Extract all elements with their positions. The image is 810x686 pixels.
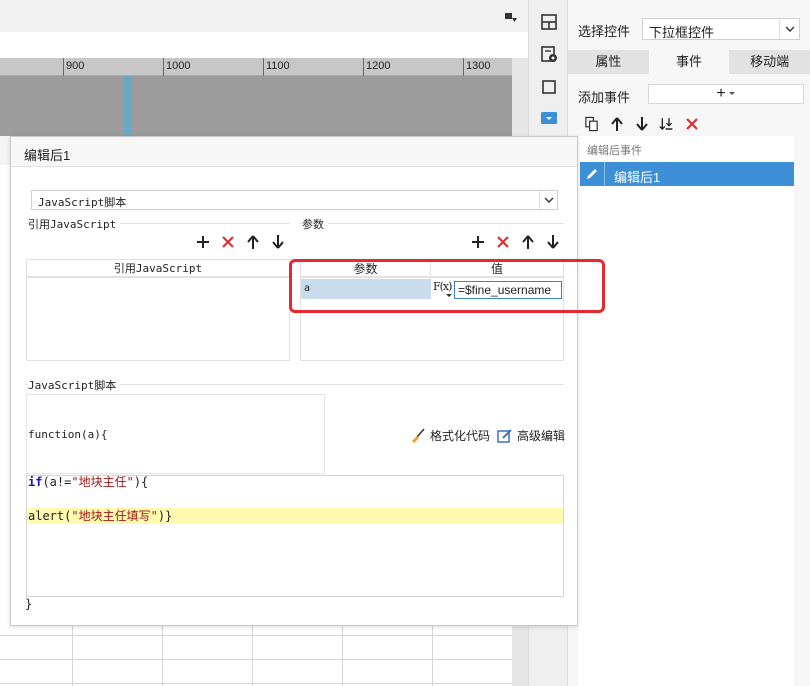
param-toolbar xyxy=(470,234,560,249)
ruler-label: 1100 xyxy=(266,60,290,72)
event-group-header: 编辑后事件 xyxy=(587,145,642,157)
ruler-label: 900 xyxy=(66,60,85,72)
edit-pencil-icon[interactable] xyxy=(580,162,605,186)
move-down-icon[interactable] xyxy=(634,117,649,132)
chevron-down-icon xyxy=(779,19,799,39)
event-toolbar xyxy=(584,114,699,134)
ref-toolbar xyxy=(195,234,285,249)
function-signature: function(a){ xyxy=(28,428,108,441)
code-text: )} xyxy=(157,509,173,523)
add-icon[interactable] xyxy=(470,234,485,249)
annotation-highlight xyxy=(289,259,605,313)
move-down-icon[interactable] xyxy=(545,234,560,249)
script-section-title: JavaScript脚本 xyxy=(28,377,121,393)
function-closing-brace: } xyxy=(25,597,33,611)
ruler-label: 1000 xyxy=(166,60,191,72)
code-string: "地块主任填写" xyxy=(71,509,158,523)
delete-icon[interactable] xyxy=(684,117,699,132)
divider xyxy=(300,223,564,224)
event-editor-dialog: 编辑后1 JavaScript脚本 引用JavaScript 引用JavaScr… xyxy=(10,136,605,626)
tab-properties[interactable]: 属性 xyxy=(568,50,649,74)
add-event-button[interactable]: + xyxy=(648,84,804,104)
design-canvas[interactable] xyxy=(0,76,512,136)
code-editor[interactable]: if(a!="地块主任"){ alert("地块主任填写")} xyxy=(26,475,564,597)
event-item[interactable]: 编辑后1 xyxy=(580,162,794,186)
format-code-button[interactable]: 格式化代码 xyxy=(410,427,490,444)
broom-icon xyxy=(412,427,425,443)
code-text: alert( xyxy=(28,509,72,523)
dropdown-widget-icon[interactable] xyxy=(539,108,559,128)
designer-header-strip xyxy=(0,32,528,58)
ref-section-title: 引用JavaScript xyxy=(28,216,121,232)
code-text: ){ xyxy=(133,475,149,489)
param-section-title: 参数 xyxy=(302,216,328,232)
tab-events[interactable]: 事件 xyxy=(648,50,730,74)
ref-js-table: 引用JavaScript xyxy=(26,259,290,361)
property-panel: 选择控件 下拉框控件 属性 事件 移动端 添加事件 + 编辑后事件 编辑后1 xyxy=(568,0,810,686)
code-string: "地块主任" xyxy=(71,475,134,489)
code-keyword: if xyxy=(28,475,43,489)
copy-icon[interactable] xyxy=(584,116,599,132)
delete-icon[interactable] xyxy=(220,234,235,249)
move-bottom-icon[interactable] xyxy=(659,117,674,132)
code-line-3: alert("地块主任填写")} xyxy=(27,508,563,524)
column-marker xyxy=(124,76,132,136)
script-type-select[interactable]: JavaScript脚本 xyxy=(31,190,558,210)
frame-icon[interactable] xyxy=(539,77,559,97)
dialog-title-bar: 编辑后1 xyxy=(11,137,577,167)
move-down-icon[interactable] xyxy=(270,234,285,249)
move-up-icon[interactable] xyxy=(245,234,260,249)
pin-icon[interactable] xyxy=(504,12,518,24)
event-list: 编辑后事件 编辑后1 xyxy=(578,136,794,686)
cell-grid[interactable] xyxy=(0,626,512,686)
script-type-value: JavaScript脚本 xyxy=(38,196,127,209)
layout-icon[interactable] xyxy=(539,12,559,32)
advanced-edit-label: 高级编辑 xyxy=(517,429,566,443)
ruler-label: 1200 xyxy=(366,60,391,72)
event-item-label: 编辑后1 xyxy=(614,170,661,185)
delete-icon[interactable] xyxy=(495,234,510,249)
designer-toolbar xyxy=(0,0,528,32)
tab-mobile[interactable]: 移动端 xyxy=(729,50,810,74)
ruler-label: 1300 xyxy=(466,60,491,72)
add-icon[interactable] xyxy=(195,234,210,249)
panel-tabs: 属性 事件 移动端 xyxy=(568,50,810,74)
horizontal-ruler: 900 1000 1100 1200 1300 xyxy=(0,58,528,76)
format-code-label: 格式化代码 xyxy=(430,429,491,443)
move-up-icon[interactable] xyxy=(520,234,535,249)
widget-settings-icon[interactable] xyxy=(539,44,559,64)
ref-js-table-header: 引用JavaScript xyxy=(27,260,289,278)
row-gutter xyxy=(0,165,10,626)
code-text: (a!= xyxy=(42,475,72,489)
add-event-label: 添加事件 xyxy=(578,90,631,105)
select-control-label: 选择控件 xyxy=(578,24,631,39)
select-control-dropdown[interactable]: 下拉框控件 xyxy=(642,18,800,40)
select-control-value: 下拉框控件 xyxy=(649,25,715,40)
move-up-icon[interactable] xyxy=(609,117,624,132)
plus-icon: + xyxy=(716,85,726,102)
function-header: function(a){ xyxy=(26,394,325,474)
dialog-title: 编辑后1 xyxy=(24,148,71,163)
advanced-edit-button[interactable]: 高级编辑 xyxy=(497,427,565,444)
edit-icon xyxy=(497,428,512,443)
chevron-down-icon xyxy=(539,191,557,209)
code-line-1: if(a!="地块主任"){ xyxy=(27,474,563,490)
